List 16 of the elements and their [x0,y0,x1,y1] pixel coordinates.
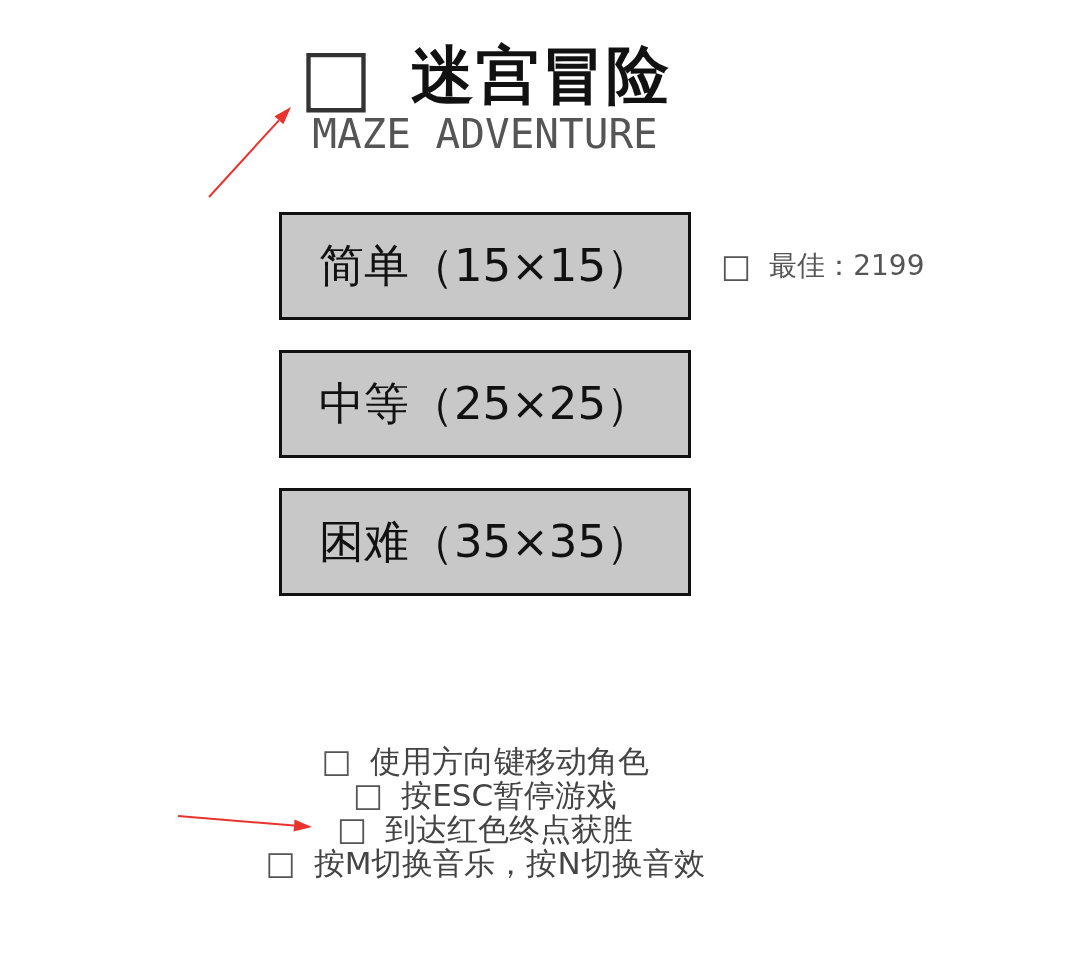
instruction-text: 按ESC暂停游戏 [401,778,618,812]
square-icon: □ [299,40,373,112]
difficulty-button[interactable]: 中等（25×25） [279,350,691,458]
square-icon: □ [721,250,752,282]
instruction-text: 使用方向键移动角色 [369,744,649,778]
square-icon: □ [321,745,352,777]
square-icon: □ [336,813,368,845]
instruction-text: 按M切换音乐，按N切换音效 [313,846,705,880]
difficulty-button[interactable]: 简单（15×15） [279,212,691,320]
square-icon: □ [352,779,384,811]
instruction-text: 到达红色终点获胜 [385,812,634,846]
best-score: 最佳：2199 [769,248,925,284]
difficulty-button[interactable]: 困难（35×35） [279,488,691,596]
game-subtitle: MAZE ADVENTURE [312,112,658,156]
square-icon: □ [265,847,296,879]
game-title: 迷宫冒险 [410,40,671,112]
